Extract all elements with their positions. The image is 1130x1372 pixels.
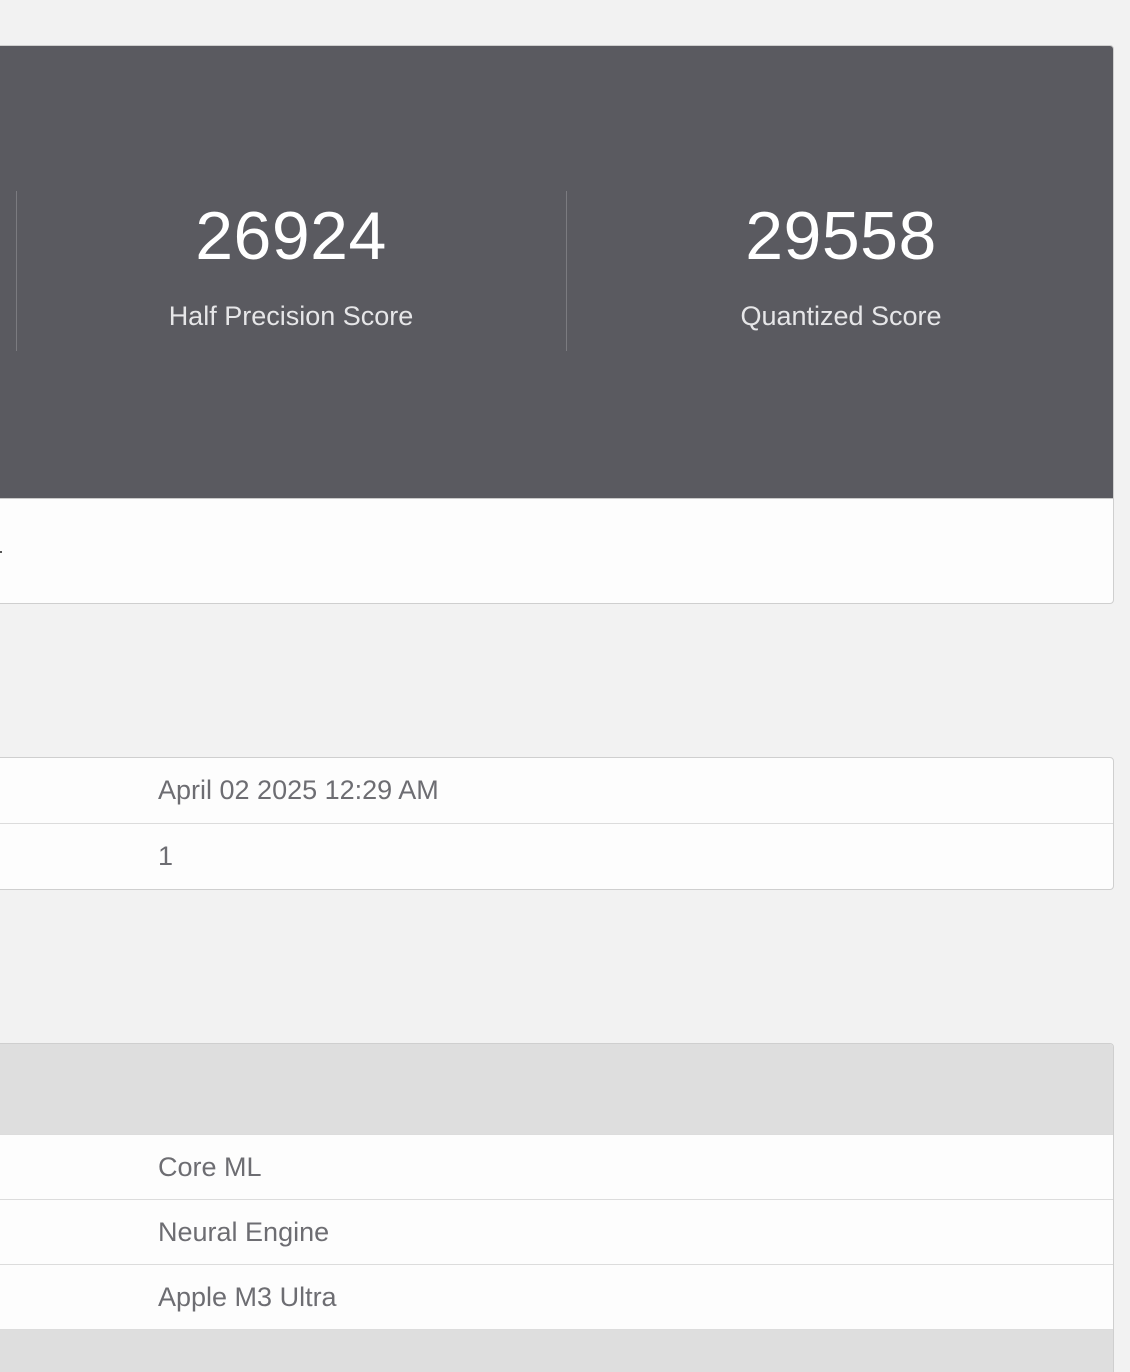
table-section-header bbox=[0, 1329, 1113, 1372]
half-precision-score-label: Half Precision Score bbox=[168, 301, 414, 331]
quantized-score-value: 29558 bbox=[745, 198, 937, 274]
inference-info-table: Core ML Neural Engine Apple M3 Ultra bbox=[0, 1043, 1114, 1372]
table-row: April 02 2025 12:29 AM bbox=[0, 758, 1113, 823]
table-row: Apple M3 Ultra bbox=[0, 1264, 1113, 1329]
quantized-score-block: 29558 Quantized Score bbox=[566, 186, 1113, 336]
score-header: 26924 Half Precision Score 29558 Quantiz… bbox=[0, 46, 1113, 499]
half-precision-score-value: 26924 bbox=[195, 198, 387, 274]
table-row: 1 bbox=[0, 823, 1113, 888]
device-value: Apple M3 Ultra bbox=[158, 1282, 337, 1312]
views-value: 1 bbox=[158, 841, 174, 871]
framework-value: Core ML bbox=[158, 1152, 262, 1182]
table-row: Core ML bbox=[0, 1134, 1113, 1199]
upload-date-value: April 02 2025 12:29 AM bbox=[158, 775, 439, 805]
half-precision-score-block: 26924 Half Precision Score bbox=[16, 186, 566, 336]
score-card: 26924 Half Precision Score 29558 Quantiz… bbox=[0, 45, 1114, 604]
truncated-text-fragment bbox=[0, 551, 2, 553]
table-header bbox=[0, 1044, 1113, 1134]
score-footer bbox=[0, 499, 1113, 603]
page: 26924 Half Precision Score 29558 Quantiz… bbox=[0, 0, 1130, 1372]
table-row: Neural Engine bbox=[0, 1199, 1113, 1264]
backend-value: Neural Engine bbox=[158, 1217, 330, 1247]
result-info-table: April 02 2025 12:29 AM 1 bbox=[0, 757, 1114, 890]
quantized-score-label: Quantized Score bbox=[740, 301, 942, 331]
